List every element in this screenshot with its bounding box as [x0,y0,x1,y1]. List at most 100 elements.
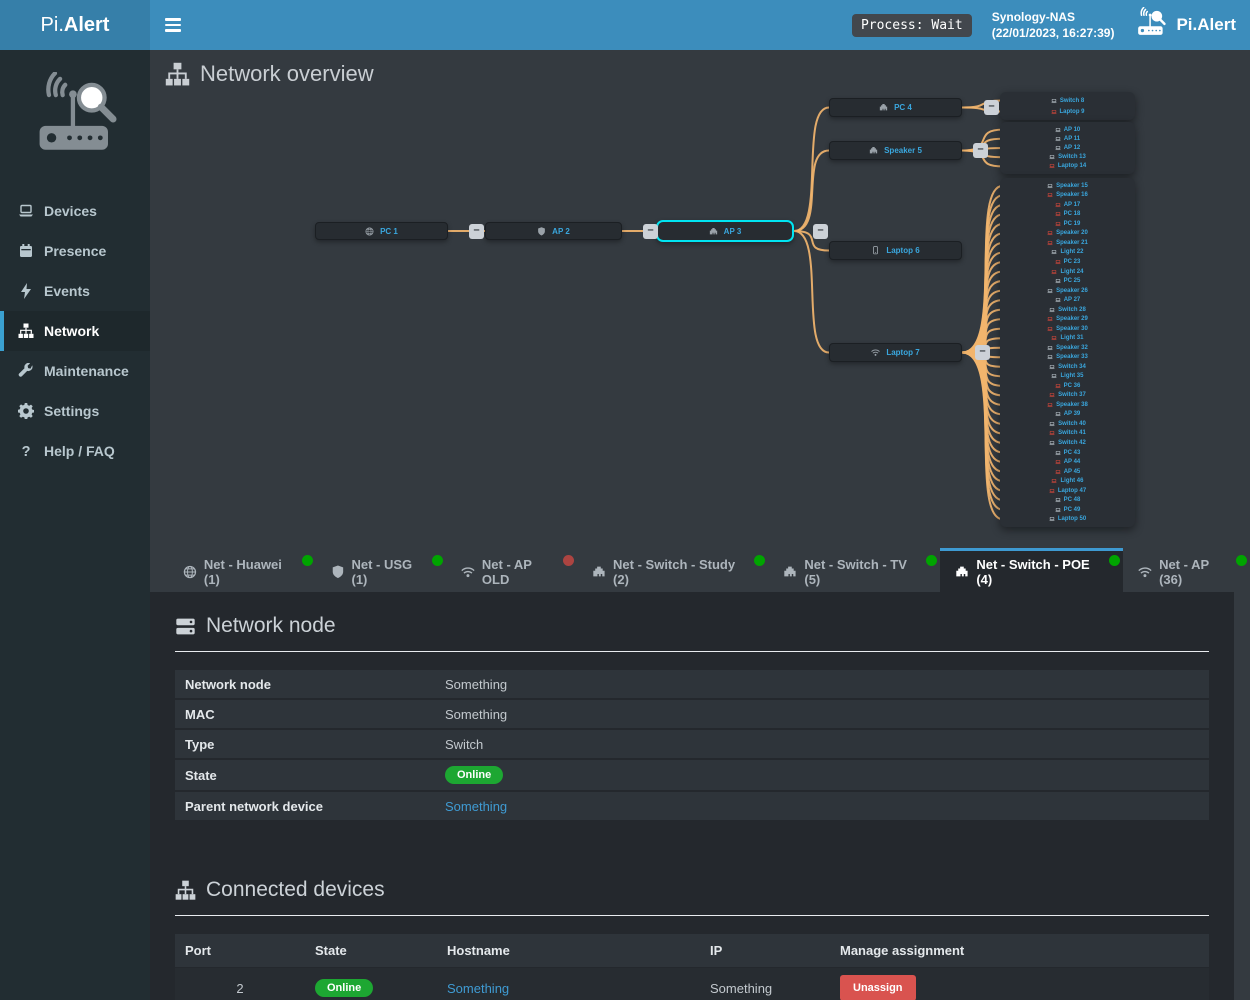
diagram-node-l6[interactable]: Laptop 6 [829,241,962,260]
leaf-node[interactable]: Speaker 26 [1000,286,1135,296]
leaf-node[interactable]: Speaker 32 [1000,343,1135,353]
tab-net-ap-36-[interactable]: Net - AP (36) [1123,548,1250,592]
unassign-button[interactable]: Unassign [840,975,916,1000]
leaf-node-label: Switch 37 [1058,392,1086,398]
device-icon [1055,469,1061,475]
tab-label: Net - AP OLD [482,557,562,587]
leaf-node[interactable]: Switch 40 [1000,419,1135,429]
pialert-logo [0,50,150,191]
hamburger-menu-icon[interactable] [150,0,196,50]
ethernet-icon [783,565,797,579]
leaf-node[interactable]: AP 12 [1000,143,1135,152]
leaf-node-label: Speaker 26 [1056,288,1088,294]
connected-devices-title: Connected devices [175,878,1209,902]
leaf-node[interactable]: Light 31 [1000,333,1135,343]
leaf-node[interactable]: Light 46 [1000,476,1135,486]
leaf-node[interactable]: PC 25 [1000,276,1135,286]
leaf-node[interactable]: PC 49 [1000,505,1135,515]
tab-net-switch-study-2-[interactable]: Net - Switch - Study (2) [577,548,768,592]
leaf-node[interactable]: Speaker 16 [1000,191,1135,201]
leaf-node[interactable]: AP 11 [1000,134,1135,143]
leaf-node[interactable]: AP 44 [1000,457,1135,467]
info-label: Parent network device [185,799,445,814]
leaf-node[interactable]: Switch 8 [1000,95,1135,106]
server-icon [175,616,196,637]
sidebar-item-presence[interactable]: Presence [0,231,150,271]
leaf-node[interactable]: Light 35 [1000,372,1135,382]
leaf-node[interactable]: Laptop 14 [1000,162,1135,171]
leaf-node[interactable]: Switch 37 [1000,391,1135,401]
diagram-node-label: Laptop 6 [886,246,919,255]
leaf-node[interactable]: Light 22 [1000,248,1135,258]
tab-net-usg-1-[interactable]: Net - USG (1) [316,548,446,592]
collapse-button[interactable]: – [975,345,990,360]
leaf-node[interactable]: PC 36 [1000,381,1135,391]
leaf-node[interactable]: PC 23 [1000,257,1135,267]
leaf-node[interactable]: Switch 42 [1000,438,1135,448]
collapse-button[interactable]: – [469,224,484,239]
leaf-node[interactable]: Switch 28 [1000,305,1135,315]
diagram-node-pc4[interactable]: PC 4 [829,98,962,117]
leaf-node[interactable]: AP 27 [1000,295,1135,305]
leaf-node[interactable]: Speaker 30 [1000,324,1135,334]
header-right: Process: Wait Synology-NAS (22/01/2023, … [852,0,1250,50]
sidebar-item-network[interactable]: Network [0,311,150,351]
leaf-node[interactable]: Laptop 47 [1000,486,1135,496]
device-icon [1049,488,1055,494]
tab-net-ap-old[interactable]: Net - AP OLD [446,548,577,592]
leaf-node-label: PC 18 [1064,211,1081,217]
leaf-node[interactable]: AP 45 [1000,467,1135,477]
leaf-node-label: PC 48 [1064,497,1081,503]
app-title-block: Pi.Alert [1134,7,1236,43]
leaf-node[interactable]: AP 17 [1000,200,1135,210]
shield-icon [537,227,546,236]
leaf-node[interactable]: AP 10 [1000,125,1135,134]
hostname-link[interactable]: Something [447,981,509,996]
sidebar-item-settings[interactable]: Settings [0,391,150,431]
leaf-node[interactable]: PC 18 [1000,210,1135,220]
collapse-button[interactable]: – [984,100,999,115]
leaf-node[interactable]: PC 19 [1000,219,1135,229]
leaf-node[interactable]: Speaker 20 [1000,229,1135,239]
leaf-node[interactable]: Speaker 15 [1000,181,1135,191]
leaf-node[interactable]: Speaker 38 [1000,400,1135,410]
leaf-node[interactable]: PC 43 [1000,448,1135,458]
tab-net-switch-poe-4-[interactable]: Net - Switch - POE (4) [940,548,1123,592]
leaf-node[interactable]: Switch 41 [1000,429,1135,439]
network-node-title: Network node [175,614,1209,638]
info-label: Type [185,737,445,752]
diagram-node-sp5[interactable]: Speaker 5 [829,141,962,160]
sidebar-item-help-faq[interactable]: ?Help / FAQ [0,431,150,471]
leaf-node[interactable]: Speaker 21 [1000,238,1135,248]
diagram-node-ap2[interactable]: AP 2 [485,222,622,240]
leaf-node[interactable]: Speaker 29 [1000,314,1135,324]
leaf-node[interactable]: Switch 13 [1000,153,1135,162]
leaf-node[interactable]: Laptop 9 [1000,106,1135,117]
sidebar-item-maintenance[interactable]: Maintenance [0,351,150,391]
sidebar-item-events[interactable]: Events [0,271,150,311]
leaf-node[interactable]: AP 39 [1000,410,1135,420]
leaf-node-label: Speaker 21 [1056,240,1088,246]
tab-net-switch-tv-5-[interactable]: Net - Switch - TV (5) [768,548,940,592]
leaf-node-label: Switch 8 [1060,98,1084,104]
divider [175,915,1209,916]
collapse-button[interactable]: – [643,224,658,239]
tab-net-huawei-1-[interactable]: Net - Huawei (1) [168,548,316,592]
diagram-node-ap3[interactable]: AP 3 [656,220,794,242]
leaf-node[interactable]: PC 48 [1000,495,1135,505]
leaf-node[interactable]: Speaker 33 [1000,353,1135,363]
diagram-node-pc1[interactable]: PC 1 [315,222,448,240]
sidebar-item-devices[interactable]: Devices [0,191,150,231]
parent-device-link[interactable]: Something [445,799,507,814]
leaf-node[interactable]: Switch 34 [1000,362,1135,372]
leaf-node[interactable]: Laptop 50 [1000,514,1135,524]
ethernet-icon [592,565,606,579]
leaf-node-label: Light 35 [1060,373,1083,379]
collapse-button[interactable]: – [813,224,828,239]
leaf-node-label: PC 49 [1064,507,1081,513]
brand-logo[interactable]: Pi.Alert [0,0,150,50]
sitemap-icon [18,323,34,339]
diagram-node-l7[interactable]: Laptop 7 [829,343,962,362]
collapse-button[interactable]: – [973,143,988,158]
leaf-node[interactable]: Light 24 [1000,267,1135,277]
